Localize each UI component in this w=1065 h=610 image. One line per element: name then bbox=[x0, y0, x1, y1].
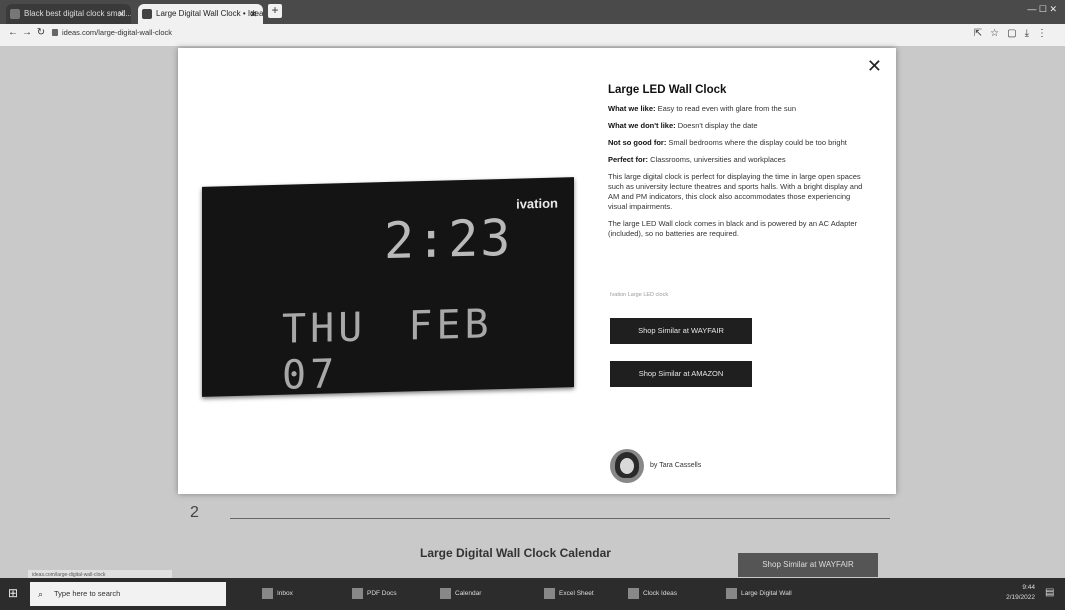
windows-start-icon[interactable]: ⊞ bbox=[8, 586, 22, 600]
like-label: What we like: bbox=[608, 104, 656, 113]
app-icon bbox=[352, 587, 363, 599]
taskbar-item[interactable]: Excel Sheet bbox=[544, 584, 624, 604]
author-name: by Tara Cassells bbox=[650, 462, 702, 469]
shop-amazon-button[interactable]: Shop Similar at AMAZON bbox=[610, 361, 752, 387]
app-icon bbox=[440, 587, 451, 599]
address-bar: ← → ↻ ideas.com/large-digital-wall-clock… bbox=[0, 24, 1065, 47]
like-text: Easy to read even with glare from the su… bbox=[657, 104, 797, 113]
app-icon bbox=[544, 587, 555, 599]
dislike-label: What we don't like: bbox=[608, 121, 676, 130]
app-icon bbox=[628, 587, 639, 599]
perfect-label: Perfect for: bbox=[608, 155, 649, 164]
taskbar-search[interactable]: ⌕ Type here to search bbox=[30, 582, 226, 606]
reload-icon[interactable]: ↻ bbox=[34, 27, 48, 38]
tab-close-icon[interactable]: ✕ bbox=[117, 4, 125, 24]
tab-clocks[interactable]: Black best digital clock small... ✕ bbox=[6, 4, 131, 24]
dislike-text: Doesn't display the date bbox=[677, 121, 758, 130]
clock-date-display: THU FEB 07 bbox=[282, 301, 493, 399]
notgood-label: Not so good for: bbox=[608, 138, 667, 147]
perfect-text: Classrooms, universities and workplaces bbox=[650, 155, 786, 164]
clock-time-display: 2:23 bbox=[384, 208, 513, 271]
lock-icon bbox=[52, 29, 58, 36]
product-info: Large LED Wall Clock What we like: Easy … bbox=[608, 84, 870, 246]
window-controls[interactable]: — ☐ ✕ bbox=[1027, 4, 1057, 15]
item-title: Large Digital Wall Clock Calendar bbox=[420, 546, 611, 560]
image-caption: Ivation Large LED clock bbox=[610, 292, 669, 298]
product-modal: ✕ ivation 2:23 THU FEB 07 Large LED Wall… bbox=[178, 48, 896, 494]
search-icon: ⌕ bbox=[38, 589, 44, 599]
perfect-line: Perfect for: Classrooms, universities an… bbox=[608, 155, 870, 165]
description-2: The large LED Wall clock comes in black … bbox=[608, 219, 858, 238]
shop-wayfair-button[interactable]: Shop Similar at WAYFAIR bbox=[610, 318, 752, 344]
taskbar-item[interactable]: Calendar bbox=[440, 584, 530, 604]
app-icon bbox=[726, 587, 737, 599]
tab-favicon-icon bbox=[10, 9, 20, 19]
description-1: This large digital clock is perfect for … bbox=[608, 172, 863, 211]
forward-icon[interactable]: → bbox=[20, 27, 34, 38]
avatar bbox=[610, 449, 644, 483]
back-icon[interactable]: ← bbox=[6, 27, 20, 38]
app-icon bbox=[262, 587, 273, 599]
taskbar: ⊞ ⌕ Type here to search Inbox PDF Docs C… bbox=[0, 578, 1065, 610]
dislike-line: What we don't like: Doesn't display the … bbox=[608, 121, 870, 131]
taskbar-item[interactable]: Inbox bbox=[262, 584, 332, 604]
tab-close-icon[interactable]: ✕ bbox=[249, 4, 257, 24]
divider bbox=[230, 518, 890, 519]
system-tray-clock[interactable]: 9:44 2/19/2022 bbox=[1006, 583, 1035, 603]
taskbar-item[interactable]: Large Digital Wall bbox=[726, 584, 816, 604]
clock-brand-logo: ivation bbox=[516, 195, 558, 212]
browser-tab-bar: Black best digital clock small... ✕ Larg… bbox=[0, 0, 1065, 24]
close-icon[interactable]: ✕ bbox=[867, 56, 882, 77]
tab-favicon-icon bbox=[142, 9, 152, 19]
notification-icon[interactable]: ▤ bbox=[1045, 587, 1057, 599]
new-tab-button[interactable]: + bbox=[268, 4, 282, 18]
item-number: 2 bbox=[190, 504, 199, 521]
shop-button-background[interactable]: Shop Similar at WAYFAIR bbox=[738, 553, 878, 577]
notgood-line: Not so good for: Small bedrooms where th… bbox=[608, 138, 870, 148]
toolbar-icons[interactable]: ⇱☆▢⤓⋮ bbox=[974, 28, 1055, 39]
product-title: Large LED Wall Clock bbox=[608, 84, 727, 96]
tab-wall-clock[interactable]: Large Digital Wall Clock • Ideas ✕ bbox=[138, 4, 263, 24]
search-placeholder: Type here to search bbox=[54, 589, 121, 598]
like-line: What we like: Easy to read even with gla… bbox=[608, 104, 870, 114]
taskbar-item[interactable]: Clock Ideas bbox=[628, 584, 718, 604]
product-image: ivation 2:23 THU FEB 07 bbox=[202, 177, 574, 399]
notgood-text: Small bedrooms where the display could b… bbox=[668, 138, 847, 147]
taskbar-item[interactable]: PDF Docs bbox=[352, 584, 432, 604]
tab-title: Large Digital Wall Clock • Ideas bbox=[156, 9, 263, 18]
tab-title: Black best digital clock small... bbox=[24, 9, 131, 18]
url-field[interactable]: ideas.com/large-digital-wall-clock bbox=[62, 28, 172, 37]
